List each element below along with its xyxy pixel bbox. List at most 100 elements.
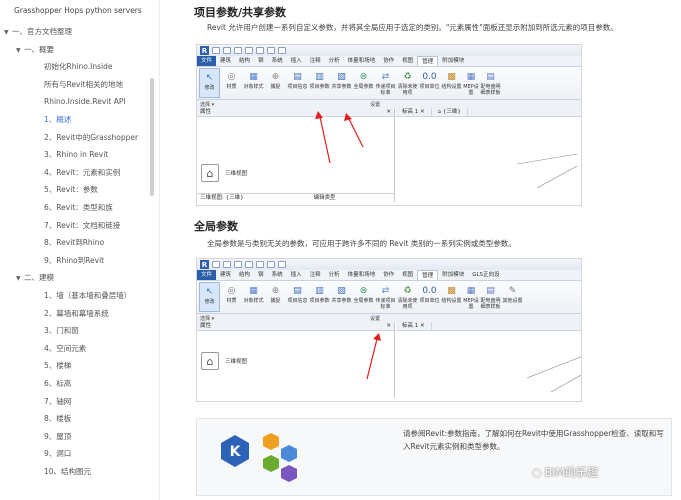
sidebar-item[interactable]: 9、洞口	[44, 449, 71, 459]
tool-label: 对象样式	[243, 298, 264, 304]
sidebar-item[interactable]: 8、楼板	[44, 414, 71, 424]
sidebar-item[interactable]: 3、门和窗	[44, 326, 79, 336]
ribbon-tool[interactable]: ⇄ 传递项目标准	[375, 282, 396, 312]
ribbon-tool[interactable]: ▤ 配电盘明细表样板	[480, 68, 501, 98]
sidebar-scrollbar[interactable]	[150, 78, 154, 196]
close-icon[interactable]: ✕	[386, 322, 391, 331]
sidebar-top-link[interactable]: Grasshopper Hops python servers	[14, 6, 142, 15]
type-selector[interactable]: ⌂ 三维视图	[201, 352, 247, 370]
ribbon-tool[interactable]: 0.0 项目单位	[419, 68, 440, 98]
sidebar-item[interactable]: 10、结构图元	[44, 467, 91, 477]
menu-tab[interactable]: 附加模块	[438, 56, 468, 66]
sidebar-item[interactable]: 7、Revit：文档和链接	[44, 221, 120, 231]
tab-3d[interactable]: ⌂ {三维}	[432, 108, 468, 116]
ribbon-tool[interactable]: ◎ 材质	[221, 282, 242, 312]
menu-tab[interactable]: 视图	[398, 270, 417, 280]
sidebar-item[interactable]: 8、Revit到Rhino	[44, 238, 104, 248]
menu-tab[interactable]: 插入	[287, 56, 306, 66]
menu-tab[interactable]: 视图	[398, 56, 417, 66]
ribbon-tool[interactable]: ✎ 其他设置	[502, 282, 523, 312]
ribbon-tool[interactable]: ♻ 清除未使用项	[397, 282, 418, 312]
ribbon-tool[interactable]: ▧ 共享参数	[331, 68, 352, 98]
menu-tab[interactable]: 管理	[417, 56, 439, 66]
menu-tab[interactable]: 协作	[379, 270, 398, 280]
sidebar-item[interactable]: 1、墙（基本墙和叠层墙）	[44, 291, 131, 301]
select-dropdown[interactable]: 选择 ▾	[200, 315, 214, 322]
sidebar-item[interactable]: ▼ 一、概要	[16, 45, 54, 56]
sidebar-item[interactable]: Rhino.Inside.Revit API	[44, 97, 126, 107]
sidebar-item[interactable]: ▼ 一、官方文档整理	[4, 27, 72, 38]
menu-tab[interactable]: 结构	[235, 270, 254, 280]
sidebar-item[interactable]: 5、Revit：参数	[44, 185, 98, 195]
menu-tab[interactable]: 附加模块	[438, 270, 468, 280]
ribbon-tool[interactable]: ▤ 项目信息	[287, 282, 308, 312]
ribbon-tool[interactable]: ▥ 项目参数	[309, 282, 330, 312]
ribbon-tool[interactable]: ▩ 结构设置	[441, 282, 462, 312]
sidebar-item[interactable]: ▼ 二、建模	[16, 273, 54, 284]
sidebar-item[interactable]: 所有与Revit相关的地地	[44, 80, 123, 90]
ribbon-tool[interactable]: ▩ 结构设置	[441, 68, 462, 98]
menu-tab[interactable]: 钢	[254, 270, 268, 280]
ribbon-tool[interactable]: ⊜ 全局参数	[353, 68, 374, 98]
menu-tab[interactable]: 协作	[379, 56, 398, 66]
ribbon-tool[interactable]: ▧ 共享参数	[331, 282, 352, 312]
ribbon-tool[interactable]: ▦ 对象样式	[243, 68, 264, 98]
menu-tab[interactable]: 体量和场地	[344, 56, 380, 66]
ribbon-tool[interactable]: ⊜ 全局参数	[353, 282, 374, 312]
tool-label: 传递项目标准	[375, 84, 396, 96]
ribbon-tool[interactable]: ⇄ 传递项目标准	[375, 68, 396, 98]
sidebar-item[interactable]: 4、空间元素	[44, 344, 86, 354]
menu-tab[interactable]: 分析	[325, 56, 344, 66]
sidebar-item[interactable]: 1、概述	[44, 115, 71, 125]
ribbon-tool[interactable]: ♻ 清除未使用项	[397, 68, 418, 98]
ribbon-tool[interactable]: ⊕ 捕捉	[265, 68, 286, 98]
menu-tab[interactable]: 注释	[306, 56, 325, 66]
menu-tab[interactable]: 分析	[325, 270, 344, 280]
menu-tab[interactable]: GLS正向设	[468, 270, 503, 280]
tab-level-1[interactable]: 标高 1 ✕	[396, 108, 432, 116]
menu-tab[interactable]: 钢	[254, 56, 268, 66]
menu-tab[interactable]: 结构	[235, 56, 254, 66]
tool-icon: ⇄	[381, 285, 390, 296]
ribbon-tool[interactable]: ▤ 项目信息	[287, 68, 308, 98]
sidebar-item[interactable]: 3、Rhino in Revit	[44, 150, 108, 160]
chevron-down-icon[interactable]: ▼	[16, 274, 24, 284]
menu-tab[interactable]: 插入	[287, 270, 306, 280]
sidebar-item[interactable]: 5、楼梯	[44, 361, 71, 371]
menu-tab[interactable]: 体量和场地	[344, 270, 380, 280]
menu-tab[interactable]: 系统	[268, 56, 287, 66]
menu-tab[interactable]: 系统	[268, 270, 287, 280]
sidebar-item[interactable]: 6、Revit：类型和族	[44, 203, 113, 213]
menu-tab[interactable]: 建筑	[216, 56, 235, 66]
ribbon-tool[interactable]: ◎ 材质	[221, 68, 242, 98]
sidebar-item[interactable]: 2、幕墙和幕墙系统	[44, 309, 109, 319]
chevron-down-icon[interactable]: ▼	[4, 28, 12, 38]
menu-tab[interactable]: 建筑	[216, 270, 235, 280]
sidebar-item[interactable]: 9、Rhino到Revit	[44, 256, 104, 266]
ribbon-tool[interactable]: ▦ MEP设置	[463, 282, 479, 312]
tab-level-1[interactable]: 标高 1 ✕	[396, 322, 432, 330]
sidebar-item[interactable]: 6、标高	[44, 379, 71, 389]
menu-tab[interactable]: 文件	[197, 270, 217, 280]
ribbon-tool[interactable]: ▤ 配电盘明细表样板	[480, 282, 501, 312]
sidebar-item[interactable]: 7、轴网	[44, 397, 71, 407]
tool-icon: ▤	[486, 71, 495, 82]
sidebar-item[interactable]: 9、屋顶	[44, 432, 71, 442]
ribbon-tool[interactable]: ▦ MEP设置	[463, 68, 479, 98]
menu-tab[interactable]: 注释	[306, 270, 325, 280]
sidebar-item[interactable]: 初始化Rhino.Inside	[44, 62, 112, 72]
sidebar-item[interactable]: 2、Revit中的Grasshopper	[44, 133, 138, 143]
menu-tab[interactable]: 文件	[197, 56, 217, 66]
ribbon-tool[interactable]: ↖ 修改	[199, 68, 220, 98]
ribbon-tool[interactable]: ↖ 修改	[199, 282, 220, 312]
ribbon-tool[interactable]: ▦ 对象样式	[243, 282, 264, 312]
chevron-down-icon[interactable]: ▼	[16, 46, 24, 56]
ribbon-tool[interactable]: ▥ 项目参数	[309, 68, 330, 98]
ribbon-tool[interactable]: ⊕ 捕捉	[265, 282, 286, 312]
type-selector[interactable]: ⌂ 三维视图	[201, 164, 247, 182]
ribbon-tool[interactable]: 0.0 项目单位	[419, 282, 440, 312]
sidebar-item[interactable]: 4、Revit：元素和实例	[44, 168, 120, 178]
close-icon[interactable]: ✕	[386, 108, 391, 117]
menu-tab[interactable]: 管理	[417, 270, 439, 280]
select-dropdown[interactable]: 选择 ▾	[200, 101, 214, 108]
